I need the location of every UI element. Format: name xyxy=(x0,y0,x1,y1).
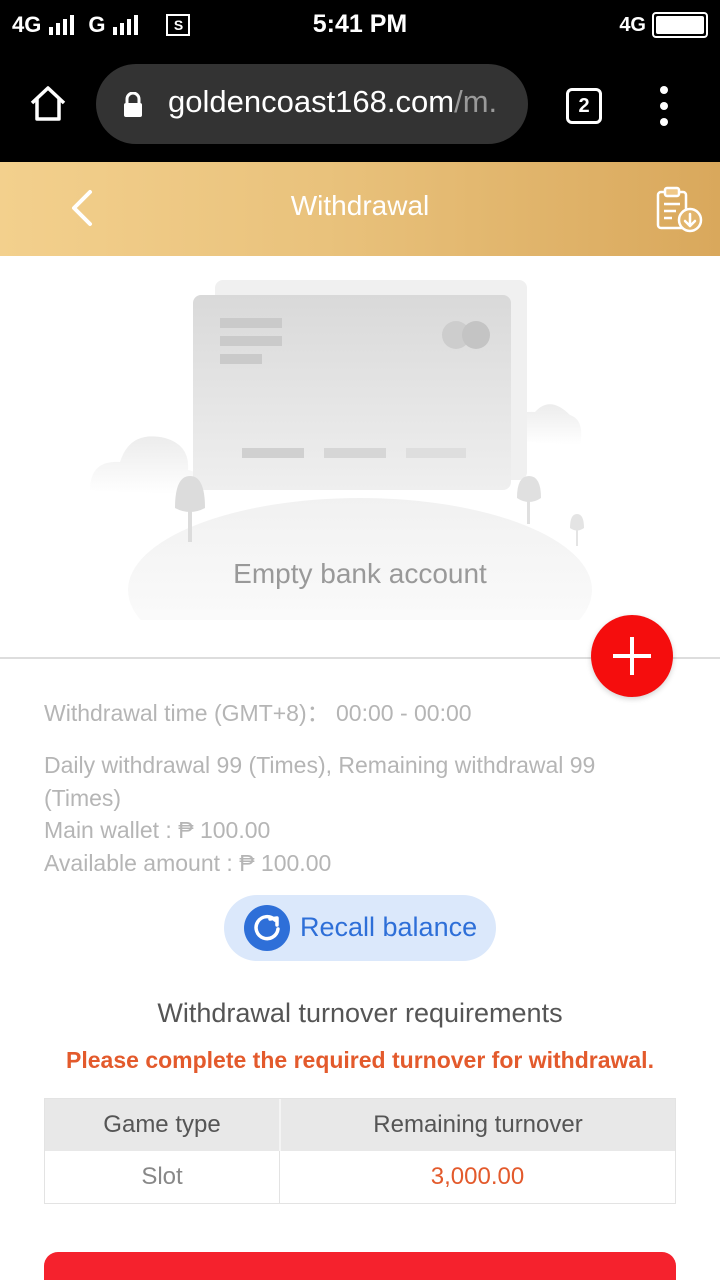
turnover-title: Withdrawal turnover requirements xyxy=(157,998,563,1028)
app-header: Withdrawal xyxy=(0,162,720,256)
page-title: Withdrawal xyxy=(290,190,430,221)
table-row: Slot 3,000.00 xyxy=(45,1151,675,1203)
browser-toolbar: goldencoast168.com/m. 2 xyxy=(0,50,720,162)
cell-remaining-turnover: 3,000.00 xyxy=(279,1151,675,1203)
lock-icon xyxy=(124,92,142,117)
available-amount: Available amount : ₱ 100.00 xyxy=(44,850,332,876)
cell-game-type: Slot xyxy=(141,1163,183,1190)
turnover-note: Please complete the required turnover fo… xyxy=(66,1047,654,1073)
url-main: goldencoast168.com xyxy=(168,84,455,119)
header-game-type: Game type xyxy=(103,1111,221,1138)
status-time: 5:41 PM xyxy=(312,10,408,38)
submit-button[interactable] xyxy=(44,1252,676,1280)
url-tail: /m. xyxy=(454,84,498,119)
clipboard-download-icon[interactable] xyxy=(654,186,704,234)
network-type-right: 4G xyxy=(619,13,646,36)
url-text: goldencoast168.com/m. xyxy=(168,84,497,120)
refresh-icon xyxy=(244,905,290,951)
daily-withdrawal-limit: Daily withdrawal 99 (Times), Remaining w… xyxy=(44,752,596,811)
recall-balance-label: Recall balance xyxy=(300,912,478,942)
header-remaining-turnover: Remaining turnover xyxy=(279,1099,675,1151)
address-bar[interactable]: goldencoast168.com/m. xyxy=(96,64,528,144)
table-header: Game type Remaining turnover xyxy=(45,1099,675,1151)
battery-icon xyxy=(652,12,708,38)
more-vert-icon[interactable] xyxy=(656,86,672,126)
status-right: 4G xyxy=(619,12,708,38)
withdrawal-time: Withdrawal time (GMT+8)： 00:00 - 00:00 xyxy=(44,700,472,726)
status-bar: 4G G S 5:41 PM 4G xyxy=(0,0,720,50)
home-icon[interactable] xyxy=(28,84,68,124)
tabs-button[interactable]: 2 xyxy=(566,88,602,124)
main-wallet-balance: Main wallet : ₱ 100.00 xyxy=(44,817,271,843)
turnover-table: Game type Remaining turnover Slot 3,000.… xyxy=(44,1098,676,1204)
recall-balance-button[interactable]: Recall balance xyxy=(224,895,496,961)
empty-bank-text: Empty bank account xyxy=(233,558,487,589)
plus-icon[interactable] xyxy=(591,615,673,697)
